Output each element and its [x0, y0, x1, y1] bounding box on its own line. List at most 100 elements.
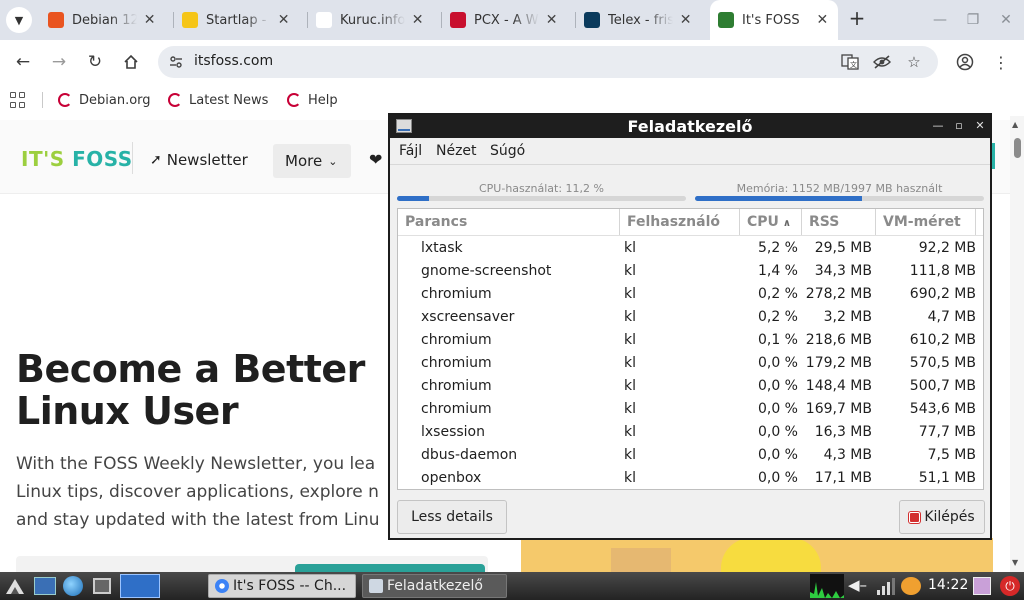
column-header-cpu[interactable]: CPU ∧: [740, 209, 802, 235]
scrollbar-thumb[interactable]: [1014, 138, 1021, 158]
tab-search-button[interactable]: ▼: [6, 7, 32, 33]
table-row[interactable]: lxtask kl 5,2 % 29,5 MB 92,2 MB: [398, 237, 983, 260]
more-menu-button[interactable]: More ⌄: [273, 144, 351, 178]
scroll-down-icon[interactable]: ▼: [1012, 558, 1018, 567]
rocket-icon: ➚: [150, 152, 162, 168]
window-titlebar[interactable]: Feladatkezelő — ▫ ✕: [390, 115, 990, 138]
star-icon[interactable]: ☆: [904, 52, 924, 72]
hero-title-line: Linux User: [16, 389, 239, 433]
eye-off-icon[interactable]: [872, 52, 892, 72]
hero-sub-line: With the FOSS Weekly Newsletter, you lea: [16, 454, 376, 474]
maximize-icon[interactable]: ▫: [951, 118, 967, 134]
cell-cpu: 0,2 %: [757, 309, 798, 325]
tab-4[interactable]: Telex - friss ✕: [576, 6, 700, 34]
bookmark-latest-news[interactable]: Latest News: [168, 90, 268, 110]
file-manager-icon[interactable]: [34, 577, 56, 595]
profile-button[interactable]: [953, 50, 977, 74]
site-logo[interactable]: IT'S FOSS: [21, 147, 133, 171]
close-tab-icon[interactable]: ✕: [411, 12, 424, 28]
cpu-monitor-icon[interactable]: [810, 574, 844, 598]
panel-clock[interactable]: 14:22: [928, 577, 968, 593]
less-details-button[interactable]: Less details: [397, 500, 507, 534]
column-header-rss[interactable]: RSS: [802, 209, 876, 235]
cell-rss: 16,3 MB: [814, 424, 872, 440]
tab-2[interactable]: Kuruc.info ✕: [308, 6, 432, 34]
cell-cpu: 0,0 %: [757, 470, 798, 486]
column-header-user[interactable]: Felhasználó: [620, 209, 740, 235]
reload-button[interactable]: ↻: [81, 48, 109, 76]
header-label: Parancs: [405, 214, 468, 230]
scroll-up-icon[interactable]: ▲: [1012, 120, 1018, 129]
translate-icon[interactable]: 文: [840, 52, 860, 72]
address-bar[interactable]: itsfoss.com 文 ☆: [158, 46, 938, 78]
table-row[interactable]: chromium kl 0,0 % 179,2 MB 570,5 MB: [398, 352, 983, 375]
show-desktop-icon[interactable]: [93, 578, 111, 594]
web-browser-icon[interactable]: [63, 576, 83, 596]
network-signal-icon[interactable]: [875, 576, 895, 596]
close-tab-icon[interactable]: ✕: [143, 12, 156, 28]
process-table: Parancs Felhasználó CPU ∧ RSS VM-méret lx…: [397, 208, 984, 490]
subscribe-cta-button[interactable]: [295, 564, 485, 572]
close-icon[interactable]: ✕: [972, 118, 988, 134]
arrow-left-icon: ←: [15, 52, 31, 72]
minimize-icon[interactable]: —: [930, 10, 950, 30]
back-button[interactable]: ←: [9, 48, 37, 76]
close-tab-icon[interactable]: ✕: [815, 12, 830, 28]
table-row[interactable]: openbox kl 0,0 % 17,1 MB 51,1 MB: [398, 467, 983, 489]
update-notifier-icon[interactable]: [901, 577, 921, 595]
close-tab-icon[interactable]: ✕: [545, 12, 558, 28]
cell-rss: 179,2 MB: [805, 355, 872, 371]
column-header-command[interactable]: Parancs: [398, 209, 620, 235]
newsletter-link[interactable]: ➚ Newsletter: [150, 144, 248, 176]
close-window-icon[interactable]: ✕: [996, 10, 1016, 30]
volume-icon[interactable]: ◀–: [848, 576, 870, 596]
cpu-usage-meter: CPU-használat: 11,2 %: [397, 182, 686, 204]
tab-0[interactable]: Debian 12 ✕: [40, 6, 164, 34]
tab-title: Telex - friss: [608, 12, 674, 28]
header-label: Felhasználó: [627, 214, 721, 230]
bookmark-help[interactable]: Help: [287, 90, 338, 110]
quit-button[interactable]: Kilépés: [899, 500, 985, 534]
table-row[interactable]: chromium kl 0,1 % 218,6 MB 610,2 MB: [398, 329, 983, 352]
menu-file[interactable]: Fájl: [399, 143, 422, 159]
taskbar-item-browser[interactable]: It's FOSS -- Ch...: [208, 574, 356, 598]
bookmark-debian-org[interactable]: Debian.org: [58, 90, 151, 110]
minimize-icon[interactable]: —: [930, 118, 946, 134]
url-text[interactable]: itsfoss.com: [194, 53, 273, 69]
column-header-vm[interactable]: VM-méret: [876, 209, 976, 235]
table-row[interactable]: lxsession kl 0,0 % 16,3 MB 77,7 MB: [398, 421, 983, 444]
cell-name: openbox: [421, 470, 482, 486]
tab-5[interactable]: It's FOSS ✕: [710, 0, 838, 40]
taskbar-item-task-manager[interactable]: Feladatkezelő: [362, 574, 507, 598]
menu-help[interactable]: Súgó: [490, 143, 525, 159]
page-scrollbar[interactable]: ▲ ▼: [1010, 116, 1024, 572]
home-button[interactable]: [117, 48, 145, 76]
forward-button[interactable]: →: [45, 48, 73, 76]
start-menu-icon[interactable]: [4, 576, 26, 596]
table-row[interactable]: xscreensaver kl 0,2 % 3,2 MB 4,7 MB: [398, 306, 983, 329]
close-tab-icon[interactable]: ✕: [277, 12, 290, 28]
restore-icon[interactable]: ❐: [963, 10, 983, 30]
menu-button[interactable]: ⋮: [989, 50, 1013, 74]
tab-title: Debian 12: [72, 12, 138, 28]
site-info-button[interactable]: [166, 52, 186, 72]
new-tab-button[interactable]: +: [846, 8, 868, 30]
lock-screen-icon[interactable]: [973, 577, 991, 595]
cell-vm: 7,5 MB: [927, 447, 976, 463]
cell-vm: 690,2 MB: [909, 286, 976, 302]
close-tab-icon[interactable]: ✕: [679, 12, 692, 28]
table-row[interactable]: chromium kl 0,0 % 169,7 MB 543,6 MB: [398, 398, 983, 421]
power-icon[interactable]: ⏻: [1000, 576, 1020, 596]
tab-1[interactable]: Startlap - ✕: [174, 6, 298, 34]
table-row[interactable]: chromium kl 0,0 % 148,4 MB 500,7 MB: [398, 375, 983, 398]
table-row[interactable]: chromium kl 0,2 % 278,2 MB 690,2 MB: [398, 283, 983, 306]
menu-view[interactable]: Nézet: [436, 143, 477, 159]
table-row[interactable]: gnome-screenshot kl 1,4 % 34,3 MB 111,8 MB: [398, 260, 983, 283]
workspace-switcher[interactable]: [120, 574, 160, 598]
cell-user: kl: [624, 424, 636, 440]
cell-rss: 4,3 MB: [823, 447, 872, 463]
tab-3[interactable]: PCX - A W ✕: [442, 6, 566, 34]
apps-grid-icon[interactable]: [10, 92, 26, 108]
heart-icon[interactable]: ❤: [369, 150, 382, 169]
table-row[interactable]: dbus-daemon kl 0,0 % 4,3 MB 7,5 MB: [398, 444, 983, 467]
